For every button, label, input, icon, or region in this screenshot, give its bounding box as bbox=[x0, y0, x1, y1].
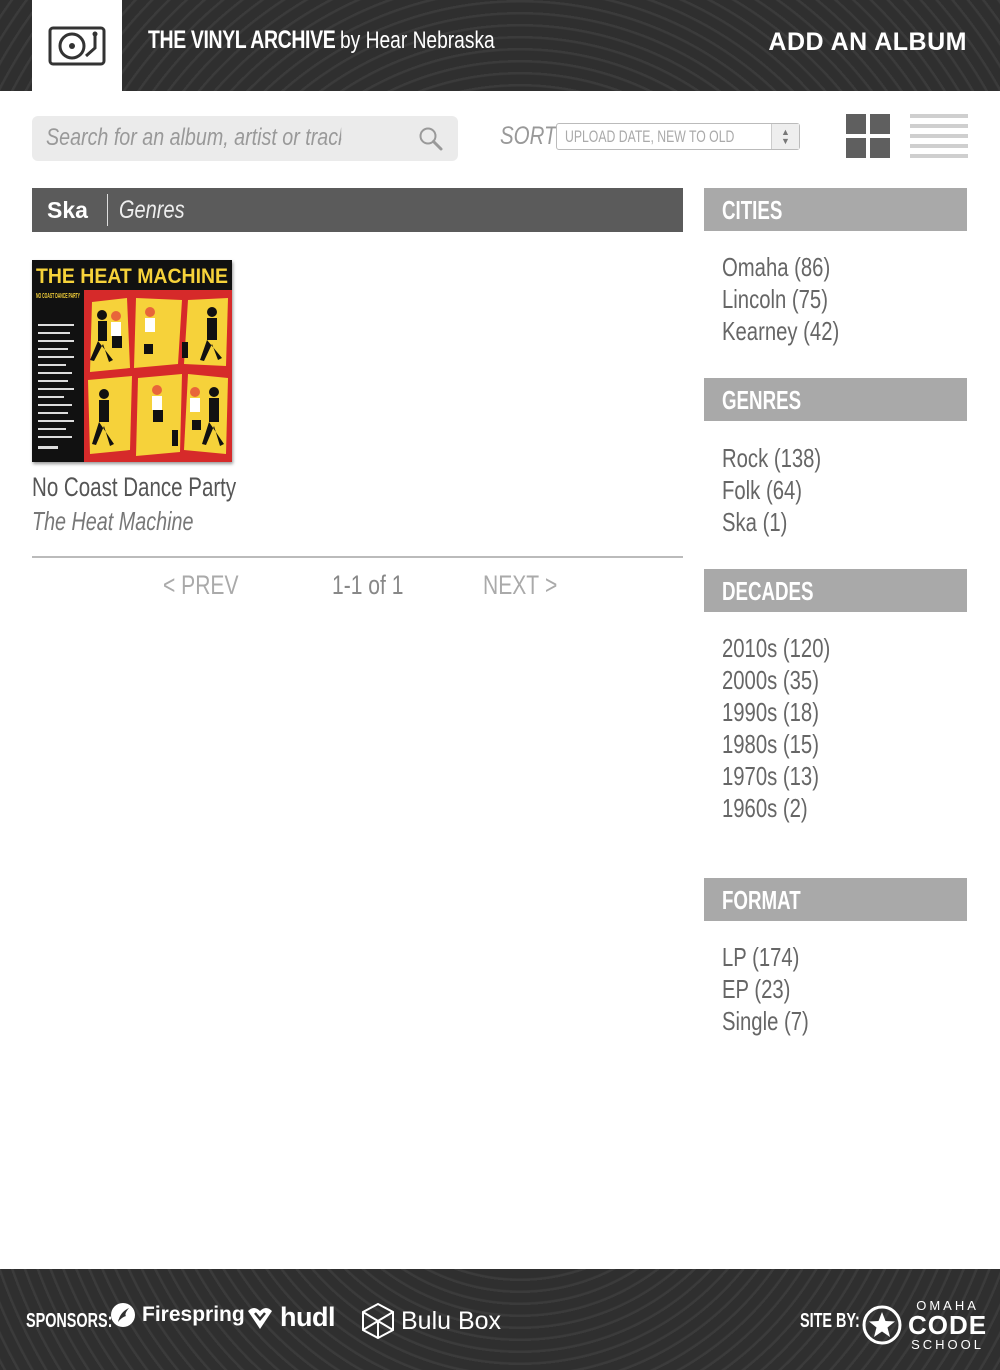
sponsors-label: SPONSORS: bbox=[26, 1310, 113, 1332]
sidebar-heading-cities: CITIES bbox=[704, 188, 967, 231]
sidebar-heading-label: FORMAT bbox=[722, 885, 801, 915]
bulu-box-logo-icon bbox=[362, 1302, 394, 1340]
sidebar-item-decade[interactable]: 1970s (13) bbox=[722, 760, 909, 792]
sidebar-item-decade[interactable]: 2000s (35) bbox=[722, 664, 909, 696]
sidebar-heading-decades: DECADES bbox=[704, 569, 967, 612]
site-header: THE VINYL ARCHIVE by Hear Nebraska ADD A… bbox=[0, 0, 1000, 91]
sponsor-hudl[interactable]: hudl bbox=[246, 1302, 335, 1333]
sort-select[interactable]: UPLOAD DATE, NEW TO OLD ▲ ▼ bbox=[556, 123, 800, 150]
cover-album-text: NO COAST DANCE PARTY bbox=[36, 293, 80, 300]
sidebar-item-city[interactable]: Kearney (42) bbox=[722, 315, 909, 347]
sidebar-item-genre[interactable]: Rock (138) bbox=[722, 442, 909, 474]
sidebar-heading-genres: GENRES bbox=[704, 378, 967, 421]
firespring-logo-icon bbox=[111, 1303, 135, 1327]
sidebar-item-format[interactable]: LP (174) bbox=[722, 941, 909, 973]
sidebar-item-decade[interactable]: 1990s (18) bbox=[722, 696, 909, 728]
list-view-icon[interactable] bbox=[910, 114, 968, 159]
wordmark-line2: CODE bbox=[908, 1310, 988, 1340]
sort-label: SORT bbox=[500, 122, 557, 150]
hudl-logo-icon bbox=[248, 1307, 272, 1329]
star-badge-icon bbox=[862, 1305, 902, 1345]
filter-separator bbox=[107, 194, 108, 226]
sidebar-item-format[interactable]: Single (7) bbox=[722, 1005, 909, 1037]
album-artist[interactable]: The Heat Machine bbox=[32, 506, 193, 537]
omaha-code-school-wordmark: OMAHA CODE SCHOOL bbox=[908, 1299, 987, 1351]
add-album-link[interactable]: ADD AN ALBUM bbox=[768, 28, 967, 57]
pager-count: 1-1 of 1 bbox=[332, 570, 404, 600]
sponsor-name: hudl bbox=[280, 1302, 335, 1332]
sponsor-name: Firespring bbox=[142, 1303, 245, 1326]
album-title[interactable]: No Coast Dance Party bbox=[32, 472, 236, 503]
chevron-right-icon: > bbox=[539, 570, 558, 600]
site-name: THE VINYL ARCHIVE bbox=[148, 26, 336, 54]
active-filter-value: Ska bbox=[47, 197, 88, 223]
select-arrows-icon: ▲ ▼ bbox=[771, 124, 799, 149]
sidebar-item-genre[interactable]: Folk (64) bbox=[722, 474, 909, 506]
sidebar-item-genre[interactable]: Ska (1) bbox=[722, 506, 909, 538]
search-box bbox=[32, 116, 458, 161]
sidebar-item-format[interactable]: EP (23) bbox=[722, 973, 909, 1005]
home-logo[interactable] bbox=[32, 0, 122, 91]
sidebar-heading-format: FORMAT bbox=[704, 878, 967, 921]
active-filter-bar: Ska Genres bbox=[32, 188, 683, 232]
turntable-icon bbox=[48, 26, 106, 65]
sidebar-heading-label: CITIES bbox=[722, 195, 783, 225]
sidebar-item-decade[interactable]: 2010s (120) bbox=[722, 632, 909, 664]
wordmark-line3: SCHOOL bbox=[911, 1337, 985, 1352]
sidebar-list-genres: Rock (138) Folk (64) Ska (1) bbox=[722, 442, 962, 538]
album-cover[interactable]: THE HEAT MACHINE NO COAST DANCE PARTY bbox=[32, 260, 232, 462]
active-filter-category: Genres bbox=[119, 196, 185, 224]
sidebar-item-decade[interactable]: 1960s (2) bbox=[722, 792, 909, 824]
grid-view-icon[interactable] bbox=[846, 114, 891, 159]
chevron-left-icon: < bbox=[163, 570, 182, 600]
pager-next-button[interactable]: NEXT > bbox=[483, 570, 557, 601]
pager-prev-label: PREV bbox=[181, 570, 239, 600]
site-footer: SPONSORS: Firespring hudl Bulu Box SITE … bbox=[0, 1269, 1000, 1370]
sidebar-item-decade[interactable]: 1980s (15) bbox=[722, 728, 909, 760]
search-icon[interactable] bbox=[418, 126, 444, 157]
sponsor-firespring[interactable]: Firespring bbox=[110, 1302, 245, 1328]
site-byline: by Hear Nebraska bbox=[340, 27, 495, 54]
pager-prev-button[interactable]: < PREV bbox=[163, 570, 239, 601]
sidebar-list-cities: Omaha (86) Lincoln (75) Kearney (42) bbox=[722, 251, 962, 347]
sponsor-bulu-box[interactable]: Bulu Box bbox=[361, 1302, 501, 1340]
sort-select-value: UPLOAD DATE, NEW TO OLD bbox=[565, 127, 735, 146]
site-by-label: SITE BY: bbox=[800, 1310, 860, 1332]
results-divider bbox=[32, 556, 683, 558]
omaha-code-school-logo[interactable]: OMAHA CODE SCHOOL bbox=[862, 1299, 987, 1351]
sidebar-heading-label: DECADES bbox=[722, 576, 814, 606]
sidebar-list-format: LP (174) EP (23) Single (7) bbox=[722, 941, 962, 1037]
sidebar-heading-label: GENRES bbox=[722, 385, 802, 415]
sponsor-name: Bulu Box bbox=[401, 1306, 502, 1335]
search-input[interactable] bbox=[46, 122, 342, 154]
sidebar-list-decades: 2010s (120) 2000s (35) 1990s (18) 1980s … bbox=[722, 632, 962, 824]
pager-next-label: NEXT bbox=[483, 570, 540, 600]
sidebar-item-city[interactable]: Lincoln (75) bbox=[722, 283, 909, 315]
site-title: THE VINYL ARCHIVE by Hear Nebraska bbox=[148, 26, 533, 60]
cover-band-text: THE HEAT MACHINE bbox=[36, 265, 228, 288]
sidebar-item-city[interactable]: Omaha (86) bbox=[722, 251, 909, 283]
